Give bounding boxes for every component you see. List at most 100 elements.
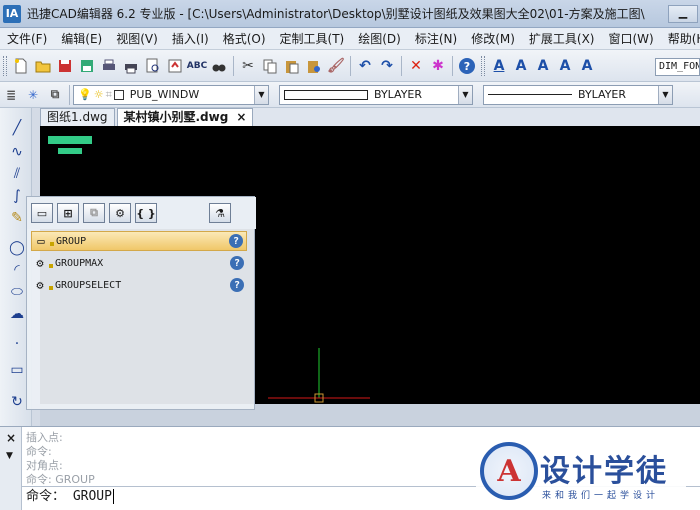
zoom-preview-icon[interactable] [142, 55, 164, 77]
copy-icon[interactable] [259, 55, 281, 77]
print-preview-icon[interactable] [98, 55, 120, 77]
paste-icon[interactable] [281, 55, 303, 77]
help-icon[interactable]: ? [230, 256, 244, 270]
document-tabs: 图纸1.dwg 某村镇小别墅.dwg × [40, 108, 700, 126]
lineweight-label: BYLAYER [578, 88, 627, 101]
group-edit-icon[interactable]: ⧉ [83, 203, 105, 223]
layer-thaw-icon: ☼ [93, 88, 104, 101]
find-binoculars-icon[interactable] [208, 55, 230, 77]
layer-previous-icon[interactable]: ⧉ [44, 84, 66, 106]
menu-file[interactable]: 文件(F) [0, 30, 54, 47]
menu-edit[interactable]: 编辑(E) [54, 30, 109, 47]
cut-icon[interactable]: ✂ [237, 55, 259, 77]
menu-dimension[interactable]: 标注(N) [408, 30, 464, 47]
revcloud-icon[interactable]: ☁ [6, 304, 28, 324]
row-marker [49, 286, 53, 290]
publish-icon[interactable] [164, 55, 186, 77]
brackets-icon[interactable]: { } [135, 203, 157, 223]
menu-bar: 文件(F) 编辑(E) 视图(V) 插入(I) 格式(O) 定制工具(T) 绘图… [0, 28, 700, 50]
delete-icon[interactable]: ✕ [405, 55, 427, 77]
layer-manager-icon[interactable]: ≣ [0, 84, 22, 106]
chevron-down-icon[interactable]: ▼ [658, 85, 672, 104]
lineweight-swatch [488, 94, 572, 95]
add-group-icon[interactable]: ⊞ [57, 203, 79, 223]
point-icon[interactable]: · [6, 334, 28, 354]
find-text-icon[interactable]: A [576, 55, 598, 77]
close-icon[interactable]: × [6, 431, 16, 445]
save-icon[interactable] [54, 55, 76, 77]
polyline-icon[interactable]: ∿ [6, 142, 28, 162]
rectangle-icon[interactable]: ▭ [6, 360, 28, 380]
chevron-down-icon[interactable]: ▼ [458, 85, 472, 104]
window-view-icon[interactable]: ▭ [31, 203, 53, 223]
ellipse-icon[interactable]: ⬭ [6, 282, 28, 302]
layer-combo[interactable]: 💡 ☼ ⌗ PUB_WINDW ▼ [73, 84, 269, 105]
redo-icon[interactable]: ↷ [376, 55, 398, 77]
spline-icon[interactable]: ∫ [6, 186, 28, 206]
new-file-icon[interactable] [10, 55, 32, 77]
palette-row-groupselect[interactable]: ⚙ GROUPSELECT ? [31, 275, 247, 295]
menu-view[interactable]: 视图(V) [109, 30, 165, 47]
layer-name: PUB_WINDW [129, 88, 200, 101]
layer-states-icon[interactable]: ✳ [22, 84, 44, 106]
edit-text-icon[interactable]: A [554, 55, 576, 77]
paste-special-icon[interactable] [303, 55, 325, 77]
single-line-text-icon[interactable]: A [510, 55, 532, 77]
gear-icon[interactable]: ⚙ [109, 203, 131, 223]
pencil-icon[interactable]: ✎ [6, 208, 28, 228]
match-properties-icon[interactable]: 🖌 [325, 55, 347, 77]
minimize-button[interactable]: ▁ [668, 4, 698, 23]
line-icon[interactable]: ╱ [6, 118, 28, 138]
menu-help[interactable]: 帮助(H) [661, 30, 700, 47]
logo-emblem: A [480, 442, 538, 500]
rotate-icon[interactable]: ↻ [6, 392, 28, 412]
palette-row-group[interactable]: ▭ GROUP ? [31, 231, 247, 251]
circle-icon[interactable]: ◯ [6, 238, 28, 258]
text-cursor [112, 489, 114, 504]
tab-village-villa[interactable]: 某村镇小别墅.dwg × [116, 108, 254, 126]
menu-extension-tools[interactable]: 扩展工具(X) [522, 30, 602, 47]
dim-font-combo[interactable]: DIM_FONT [655, 58, 700, 76]
menu-window[interactable]: 窗口(W) [602, 30, 661, 47]
gear-icon: ⚙ [36, 278, 44, 292]
print-icon[interactable] [120, 55, 142, 77]
menu-insert[interactable]: 插入(I) [165, 30, 216, 47]
text-height-icon[interactable]: A [532, 55, 554, 77]
linetype-combo[interactable]: BYLAYER ▼ [279, 84, 473, 105]
text-style-icon[interactable]: A [488, 55, 510, 77]
palette-toolbar: ▭ ⊞ ⧉ ⚙ { } ⚗ [27, 197, 256, 229]
palette-row-label: GROUPSELECT [55, 279, 122, 291]
tab-label: 某村镇小别墅.dwg [123, 110, 229, 124]
menu-modify[interactable]: 修改(M) [464, 30, 522, 47]
toolbar-grip[interactable] [3, 55, 7, 76]
flask-icon[interactable]: ⚗ [209, 203, 231, 223]
help-icon[interactable]: ? [456, 55, 478, 77]
undo-icon[interactable]: ↶ [354, 55, 376, 77]
layer-on-icon: 💡 [78, 88, 92, 101]
toolbar-divider [233, 55, 234, 76]
spellcheck-icon[interactable]: ABC [186, 55, 208, 77]
tiny-text-block [48, 136, 92, 144]
arc-icon[interactable]: ◜ [6, 260, 28, 280]
multiline-icon[interactable]: ⫽ [6, 164, 28, 184]
tab-drawing1[interactable]: 图纸1.dwg [40, 108, 115, 126]
app-icon: IA [3, 4, 21, 23]
chevron-down-icon[interactable]: ▼ [254, 85, 268, 104]
menu-custom-tools[interactable]: 定制工具(T) [273, 30, 352, 47]
save-as-icon[interactable] [76, 55, 98, 77]
toolbar-grip[interactable] [481, 55, 485, 76]
help-icon[interactable]: ? [230, 278, 244, 292]
help-icon[interactable]: ? [229, 234, 243, 248]
palette-row-groupmax[interactable]: ⚙ GROUPMAX ? [31, 253, 247, 273]
menu-format[interactable]: 格式(O) [216, 30, 273, 47]
toolbar-divider [452, 55, 453, 76]
window-title: 迅捷CAD编辑器 6.2 专业版 - [C:\Users\Administrat… [27, 7, 645, 21]
close-icon[interactable]: × [236, 110, 246, 124]
purge-icon[interactable]: ✱ [427, 55, 449, 77]
chevron-down-icon[interactable]: ▼ [6, 451, 13, 461]
menu-draw[interactable]: 绘图(D) [351, 30, 408, 47]
logo-subtitle: 来和我们一起学设计 [542, 491, 660, 501]
open-folder-icon[interactable] [32, 55, 54, 77]
lineweight-combo[interactable]: BYLAYER ▼ [483, 84, 673, 105]
row-marker [50, 242, 54, 246]
